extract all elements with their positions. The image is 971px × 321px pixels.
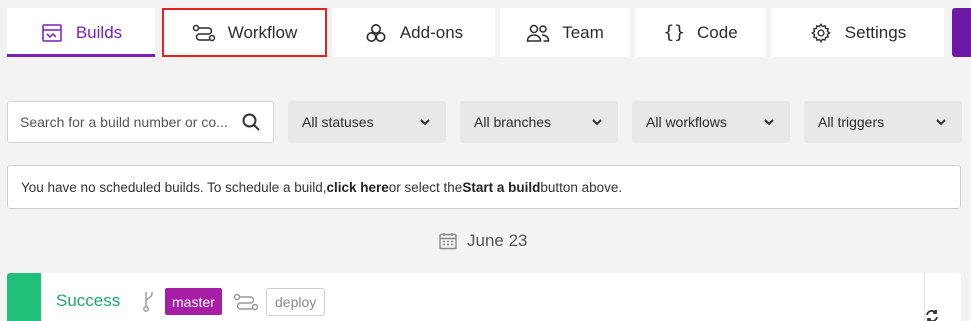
scheduled-builds-notice: You have no scheduled builds. To schedul…	[7, 165, 961, 209]
workflow-filter[interactable]: All workflows	[632, 101, 790, 143]
start-build-button-edge[interactable]	[952, 8, 971, 57]
search-input[interactable]	[20, 114, 241, 130]
trigger-filter[interactable]: All triggers	[804, 101, 962, 143]
refresh-icon[interactable]	[925, 309, 939, 321]
chevron-down-icon	[762, 115, 776, 129]
calendar-icon	[438, 231, 458, 251]
tab-workflow[interactable]: Workflow	[162, 8, 327, 57]
tab-builds[interactable]: Builds	[7, 8, 155, 57]
build-search[interactable]	[7, 101, 274, 143]
tab-label: Settings	[844, 22, 907, 42]
branch-badge[interactable]: master	[165, 288, 222, 315]
tab-label: Add-ons	[399, 22, 464, 42]
tab-label: Team	[562, 22, 604, 42]
notice-text-post: button above.	[540, 179, 623, 195]
tab-team[interactable]: Team	[500, 8, 630, 57]
status-filter-value: All statuses	[302, 114, 374, 130]
code-braces-icon: {}	[663, 22, 686, 43]
trigger-filter-value: All triggers	[818, 114, 885, 130]
workflow-icon	[192, 21, 216, 45]
tab-settings[interactable]: Settings	[771, 8, 944, 57]
notice-text-mid: or select the	[388, 179, 463, 195]
tab-label: Workflow	[227, 22, 298, 42]
notice-text-pre: You have no scheduled builds. To schedul…	[21, 179, 327, 195]
date-group-header: June 23	[438, 229, 528, 253]
team-icon	[526, 21, 550, 45]
gear-icon	[809, 21, 833, 45]
chevron-down-icon	[418, 115, 432, 129]
chevron-down-icon	[934, 115, 948, 129]
top-nav: Builds Workflow Add-ons Team {} Code Set…	[0, 0, 971, 57]
tab-addons[interactable]: Add-ons	[332, 8, 495, 57]
tab-code[interactable]: {} Code	[635, 8, 766, 57]
chevron-down-icon	[590, 115, 604, 129]
date-label: June 23	[467, 231, 528, 250]
workflow-icon	[233, 293, 259, 311]
start-build-reference: Start a build	[462, 179, 541, 195]
build-status: Success	[56, 291, 121, 310]
branch-icon	[142, 289, 156, 313]
tab-label: Builds	[75, 22, 123, 42]
branch-filter-value: All branches	[474, 114, 552, 130]
build-card[interactable]: Success master deploy	[7, 273, 961, 321]
search-icon[interactable]	[241, 112, 261, 132]
workflow-badge[interactable]: deploy	[266, 288, 326, 316]
workflow-filter-value: All workflows	[646, 114, 727, 130]
builds-icon	[40, 21, 64, 45]
addons-icon	[364, 21, 388, 45]
status-filter[interactable]: All statuses	[288, 101, 446, 143]
click-here-link[interactable]: click here	[326, 180, 388, 195]
status-stripe	[7, 273, 41, 321]
tab-label: Code	[697, 22, 738, 42]
branch-filter[interactable]: All branches	[460, 101, 618, 143]
